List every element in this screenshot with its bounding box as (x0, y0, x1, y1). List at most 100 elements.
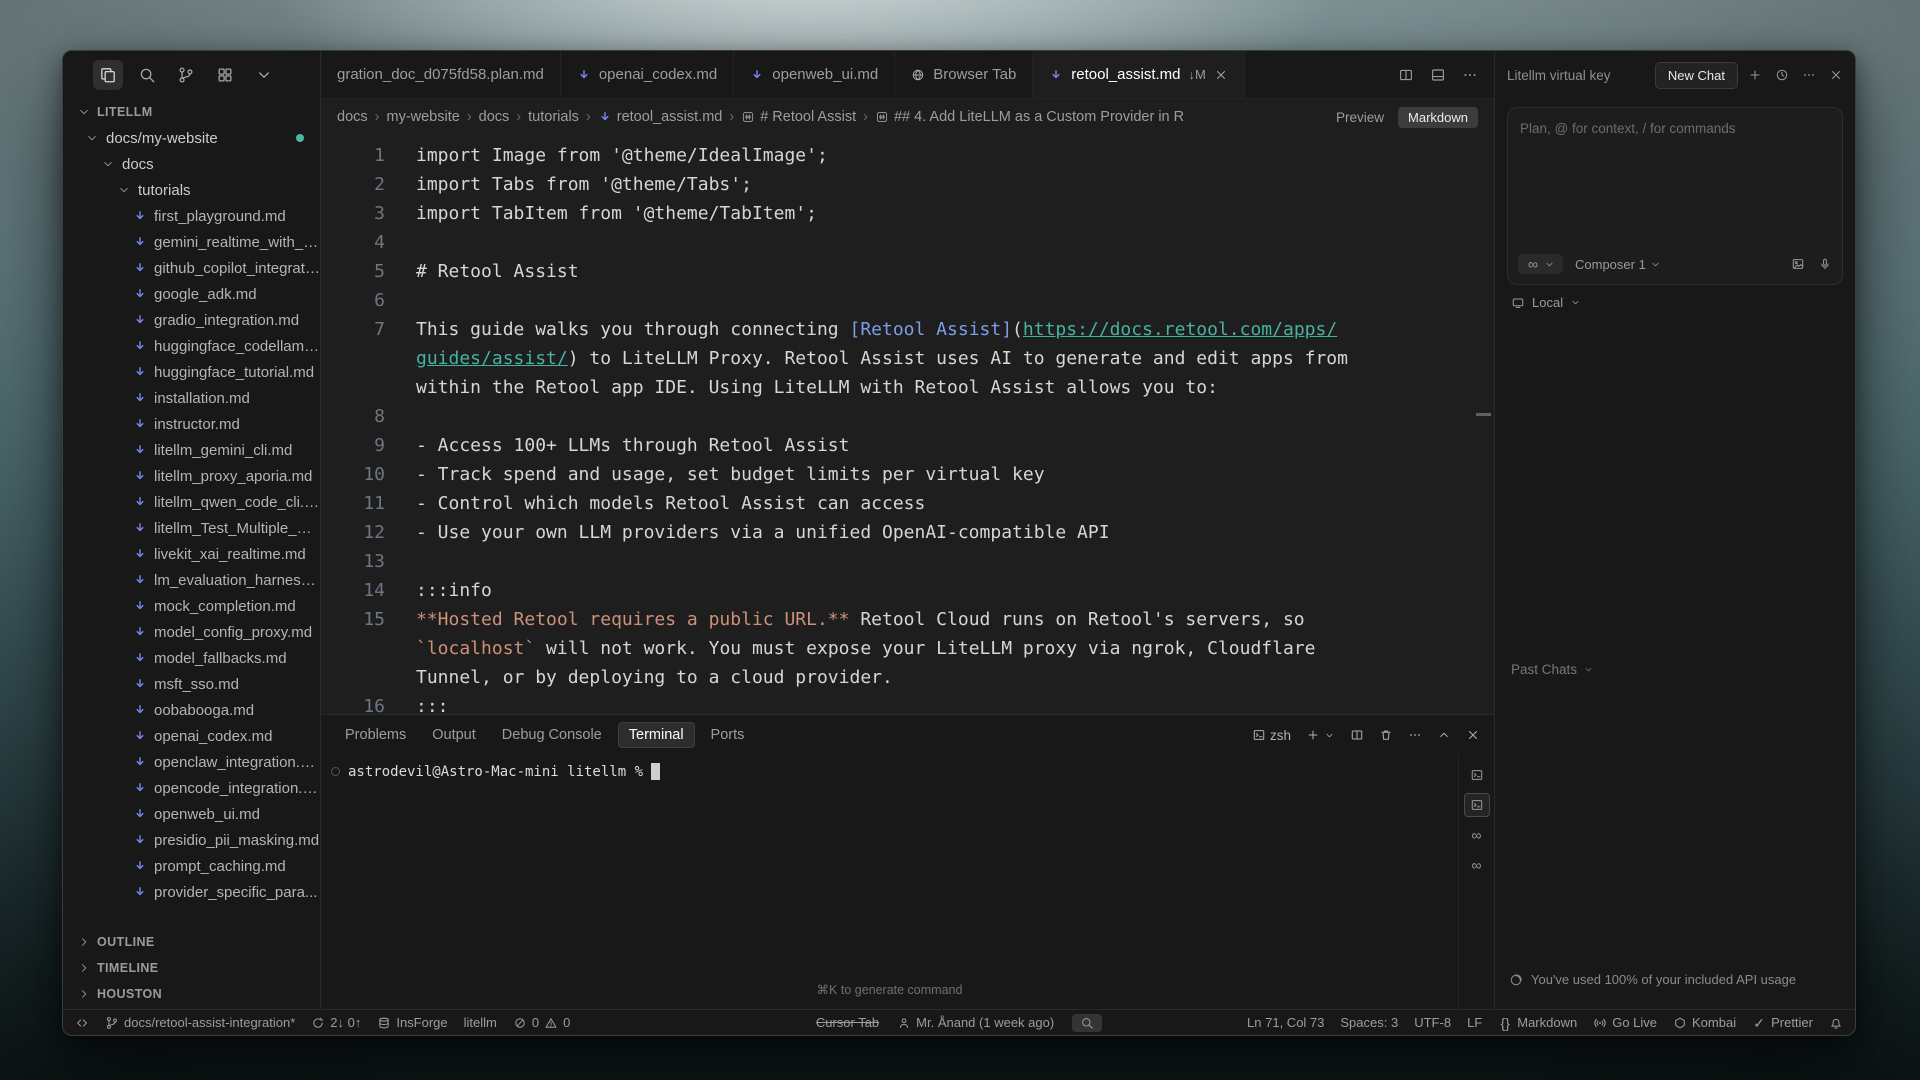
file-item[interactable]: prompt_caching.md (63, 853, 320, 879)
remote-indicator[interactable] (75, 1016, 89, 1030)
editor-tab[interactable]: openweb_ui.md (734, 51, 895, 98)
problems[interactable]: 00 (513, 1015, 570, 1030)
kill-terminal-button[interactable] (1379, 728, 1393, 742)
notifications[interactable] (1829, 1016, 1843, 1030)
layout-panel-button[interactable] (1430, 67, 1446, 83)
file-item[interactable]: mock_completion.md (63, 593, 320, 619)
file-item[interactable]: github_copilot_integrati... (63, 255, 320, 281)
scrollbar-thumb[interactable] (1476, 413, 1491, 416)
file-item[interactable]: presidio_pii_masking.md (63, 827, 320, 853)
file-item[interactable]: installation.md (63, 385, 320, 411)
breadcrumb-item[interactable]: tutorials (528, 109, 579, 125)
file-item[interactable]: model_fallbacks.md (63, 645, 320, 671)
ellipsis-button[interactable] (1462, 67, 1478, 83)
breadcrumb-item[interactable]: docs (337, 109, 368, 125)
file-item[interactable]: livekit_xai_realtime.md (63, 541, 320, 567)
chat-input[interactable]: Plan, @ for context, / for commands ∞ Co… (1507, 107, 1843, 285)
close-icon[interactable] (1214, 68, 1228, 82)
new-chat-button[interactable]: New Chat (1655, 62, 1738, 89)
file-item[interactable]: huggingface_codellama... (63, 333, 320, 359)
panel-tab-terminal[interactable]: Terminal (618, 722, 695, 748)
maximize-panel-button[interactable] (1437, 728, 1451, 742)
preview-label[interactable]: Preview (1336, 110, 1384, 125)
split-terminal-button[interactable] (1350, 728, 1364, 742)
activity-files-button[interactable] (93, 60, 123, 90)
local-selector[interactable]: Local (1511, 295, 1839, 310)
past-chats[interactable]: Past Chats (1511, 662, 1594, 677)
kombai[interactable]: Kombai (1673, 1015, 1736, 1030)
panel-tab-output[interactable]: Output (422, 722, 486, 748)
terminal-session[interactable]: ∞ (1464, 823, 1490, 847)
editor-tab[interactable]: retool_assist.md↓M (1033, 51, 1245, 98)
git-branch[interactable]: docs/retool-assist-integration* (105, 1015, 295, 1030)
encoding[interactable]: UTF-8 (1414, 1015, 1451, 1030)
markdown-mode-badge[interactable]: Markdown (1398, 107, 1478, 128)
litellm[interactable]: litellm (464, 1015, 497, 1030)
eol[interactable]: LF (1467, 1015, 1482, 1030)
file-item[interactable]: instructor.md (63, 411, 320, 437)
breadcrumb-item[interactable]: # Retool Assist (741, 109, 856, 125)
breadcrumb-item[interactable]: docs (479, 109, 510, 125)
panel-more-button[interactable] (1408, 728, 1422, 742)
file-item[interactable]: openai_codex.md (63, 723, 320, 749)
insforge[interactable]: InsForge (377, 1015, 447, 1030)
prettier[interactable]: ✓Prettier (1752, 1015, 1813, 1030)
file-item[interactable]: litellm_Test_Multiple_Pr... (63, 515, 320, 541)
composer-selector[interactable]: Composer 1 (1575, 257, 1661, 272)
folder-item[interactable]: tutorials (63, 177, 320, 203)
terminal-session[interactable] (1464, 763, 1490, 787)
file-item[interactable]: openweb_ui.md (63, 801, 320, 827)
attach-image-button[interactable] (1791, 257, 1805, 271)
file-item[interactable]: litellm_gemini_cli.md (63, 437, 320, 463)
activity-extensions-button[interactable] (210, 60, 240, 90)
code-editor[interactable]: 1import Image from '@theme/IdealImage';2… (321, 135, 1494, 714)
panel-tab-debug-console[interactable]: Debug Console (492, 722, 612, 748)
file-item[interactable]: litellm_proxy_aporia.md (63, 463, 320, 489)
file-item[interactable]: huggingface_tutorial.md (63, 359, 320, 385)
file-item[interactable]: google_adk.md (63, 281, 320, 307)
language-mode[interactable]: {}Markdown (1498, 1015, 1577, 1030)
panel-tab-problems[interactable]: Problems (335, 722, 416, 748)
editor-tab[interactable]: Browser Tab (895, 51, 1033, 98)
file-item[interactable]: litellm_qwen_code_cli.md (63, 489, 320, 515)
file-item[interactable]: oobabooga.md (63, 697, 320, 723)
sidebar-section-houston[interactable]: HOUSTON (63, 981, 320, 1007)
editor-tab[interactable]: openai_codex.md (561, 51, 734, 98)
split-editor-button[interactable] (1398, 67, 1414, 83)
folder-item[interactable]: docs (63, 151, 320, 177)
close-chat-button[interactable] (1829, 68, 1843, 82)
activity-chevron-down-button[interactable] (249, 60, 279, 90)
add-chat-button[interactable] (1748, 68, 1762, 82)
panel-tab-ports[interactable]: Ports (701, 722, 755, 748)
file-item[interactable]: msft_sso.md (63, 671, 320, 697)
breadcrumb-item[interactable]: retool_assist.md (598, 109, 723, 125)
breadcrumb-item[interactable]: my-website (386, 109, 459, 125)
file-item[interactable]: gradio_integration.md (63, 307, 320, 333)
breadcrumb-item[interactable]: ## 4. Add LiteLLM as a Custom Provider i… (875, 109, 1184, 125)
new-terminal-button[interactable] (1306, 728, 1335, 742)
file-item[interactable]: model_config_proxy.md (63, 619, 320, 645)
activity-git-branch-button[interactable] (171, 60, 201, 90)
agent-mode-selector[interactable]: ∞ (1518, 254, 1563, 274)
terminal-session[interactable] (1464, 793, 1490, 817)
indentation[interactable]: Spaces: 3 (1340, 1015, 1398, 1030)
file-item[interactable]: opencode_integration.md (63, 775, 320, 801)
sidebar-section-outline[interactable]: OUTLINE (63, 929, 320, 955)
editor-tab[interactable]: gration_doc_d075fd58.plan.md (321, 51, 561, 98)
terminal-session[interactable]: ∞ (1464, 853, 1490, 877)
file-item[interactable]: openclaw_integration.md (63, 749, 320, 775)
file-item[interactable]: lm_evaluation_harness... (63, 567, 320, 593)
shell-selector[interactable]: zsh (1252, 728, 1291, 743)
cursor-tab[interactable]: Cursor Tab (816, 1015, 879, 1030)
git-sync[interactable]: 2↓ 0↑ (311, 1015, 361, 1030)
file-item[interactable]: provider_specific_para... (63, 879, 320, 905)
activity-search-button[interactable] (132, 60, 162, 90)
terminal[interactable]: astrodevil@Astro-Mac-mini litellm % ⌘K t… (321, 755, 1458, 1009)
file-item[interactable]: first_playground.md (63, 203, 320, 229)
git-blame[interactable]: Mr. Ånand (1 week ago) (897, 1015, 1054, 1030)
close-panel-button[interactable] (1466, 728, 1480, 742)
folder-item[interactable]: docs/my-website (63, 125, 320, 151)
voice-input-button[interactable] (1818, 257, 1832, 271)
search-toggle[interactable] (1072, 1014, 1102, 1032)
cursor-position[interactable]: Ln 71, Col 73 (1247, 1015, 1324, 1030)
